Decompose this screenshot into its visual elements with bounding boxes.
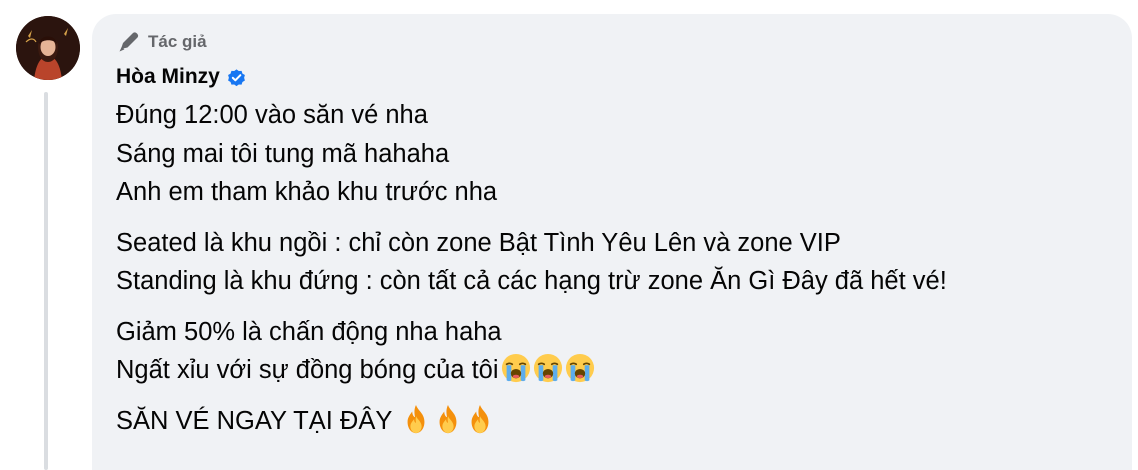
author-badge: Tác giả xyxy=(116,30,207,54)
text-line: Anh em tham khảo khu trước nha xyxy=(116,178,498,206)
loudly-crying-face-icon xyxy=(565,353,595,383)
author-badge-label: Tác giả xyxy=(148,32,207,51)
text-line: Đúng 12:00 vào săn vé nha xyxy=(116,101,428,129)
text-segment: Ngất xỉu với sự đồng bóng của tôi xyxy=(116,356,499,384)
paragraph: Đúng 12:00 vào săn vé nha Sáng mai tôi t… xyxy=(116,96,1126,212)
text-line: Sáng mai tôi tung mã hahaha xyxy=(116,139,450,168)
paragraph: Giảm 50% là chấn động nha haha Ngất xỉu … xyxy=(116,313,1126,390)
paragraph: SĂN VÉ NGAY TẠI ĐÂY xyxy=(116,402,1126,441)
fire-icon xyxy=(401,404,431,434)
text-line: Standing là khu đứng : còn tất cả các hạ… xyxy=(116,267,947,295)
thread-line xyxy=(44,92,48,470)
fire-icon xyxy=(465,404,495,434)
text-line-with-emoji: Ngất xỉu với sự đồng bóng của tôi xyxy=(116,351,1126,390)
text-line-with-emoji: SĂN VÉ NGAY TẠI ĐÂY xyxy=(116,402,1126,441)
fire-icon xyxy=(433,404,463,434)
loudly-crying-face-icon xyxy=(501,353,531,383)
pen-icon xyxy=(119,32,139,52)
avatar-image xyxy=(16,16,80,80)
author-name[interactable]: Hòa Minzy xyxy=(116,65,220,89)
text-segment: SĂN VÉ NGAY TẠI ĐÂY xyxy=(116,406,392,435)
text-line: Giảm 50% là chấn động nha haha xyxy=(116,317,502,346)
avatar[interactable] xyxy=(16,16,80,80)
text-line: Seated là khu ngồi : chỉ còn zone Bật Tì… xyxy=(116,228,841,257)
paragraph: Seated là khu ngồi : chỉ còn zone Bật Tì… xyxy=(116,224,1126,301)
comment-text: Đúng 12:00 vào săn vé nha Sáng mai tôi t… xyxy=(116,96,1126,440)
comment-thread: Tác giả Hòa Minzy Đúng 12:00 vào săn vé … xyxy=(0,0,1138,470)
loudly-crying-face-icon xyxy=(533,353,563,383)
verified-badge-icon xyxy=(227,68,245,86)
author-row: Hòa Minzy xyxy=(116,62,247,92)
